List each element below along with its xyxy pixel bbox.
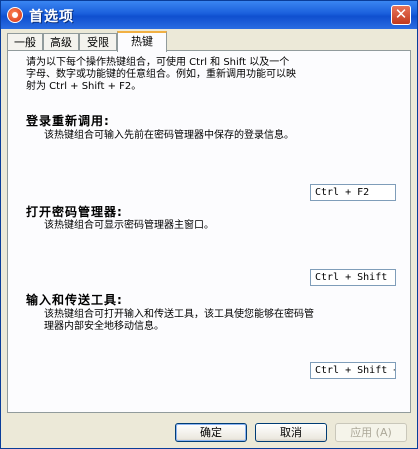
- login-recall-hotkey-input[interactable]: Ctrl + F2: [310, 184, 396, 201]
- open-password-manager-description: 该热键组合可显示密码管理器主窗口。: [44, 220, 384, 232]
- title-bar: 首选项 ✕: [1, 1, 417, 29]
- intro-text: 请为以下每个操作热键组合，可使用 Ctrl 和 Shift 以及一个 字母、数字…: [26, 57, 386, 93]
- apply-button[interactable]: 应用 (A): [335, 423, 407, 442]
- cancel-button[interactable]: 取消: [255, 423, 327, 442]
- input-transfer-desc-line-2: 理器内部安全地移动信息。: [44, 321, 164, 332]
- intro-line-1: 请为以下每个操作热键组合，可使用 Ctrl 和 Shift 以及一个: [26, 57, 290, 68]
- input-transfer-tool-description: 该热键组合可打开输入和传送工具，该工具使您能够在密码管 理器内部安全地移动信息。: [44, 309, 384, 333]
- tab-advanced[interactable]: 高级: [43, 33, 79, 50]
- login-recall-title: 登录重新调用:: [26, 114, 110, 128]
- login-recall-desc-line: 该热键组合可输入先前在密码管理器中保存的登录信息。: [44, 130, 294, 141]
- intro-line-3: 射为 Ctrl + Shift + F2。: [26, 81, 142, 92]
- ok-button[interactable]: 确定: [175, 423, 247, 442]
- close-button[interactable]: ✕: [391, 5, 411, 25]
- tab-general[interactable]: 一般: [7, 33, 43, 50]
- input-transfer-desc-line-1: 该热键组合可打开输入和传送工具，该工具使您能够在密码管: [44, 309, 314, 320]
- window-title: 首选项: [29, 9, 74, 25]
- login-recall-description: 该热键组合可输入先前在密码管理器中保存的登录信息。: [44, 130, 384, 142]
- input-transfer-tool-title: 输入和传送工具:: [26, 293, 123, 307]
- tab-hotkeys[interactable]: 热键: [117, 31, 167, 52]
- preferences-window: 首选项 ✕ 一般 高级 受限 热键 请为以下每个操作热键组合，可使用 Ctrl …: [0, 0, 418, 449]
- open-password-manager-title: 打开密码管理器:: [26, 205, 123, 219]
- hotkeys-panel: 请为以下每个操作热键组合，可使用 Ctrl 和 Shift 以及一个 字母、数字…: [7, 50, 411, 413]
- app-icon: [7, 7, 23, 23]
- tab-restricted[interactable]: 受限: [79, 33, 117, 50]
- open-password-manager-hotkey-input[interactable]: Ctrl + Shift: [310, 269, 396, 286]
- intro-line-2: 字母、数字或功能键的任意组合。例如，重新调用功能可以映: [26, 69, 296, 80]
- open-password-manager-desc-line: 该热键组合可显示密码管理器主窗口。: [44, 220, 214, 231]
- input-transfer-tool-hotkey-input[interactable]: Ctrl + Shift +: [310, 362, 396, 379]
